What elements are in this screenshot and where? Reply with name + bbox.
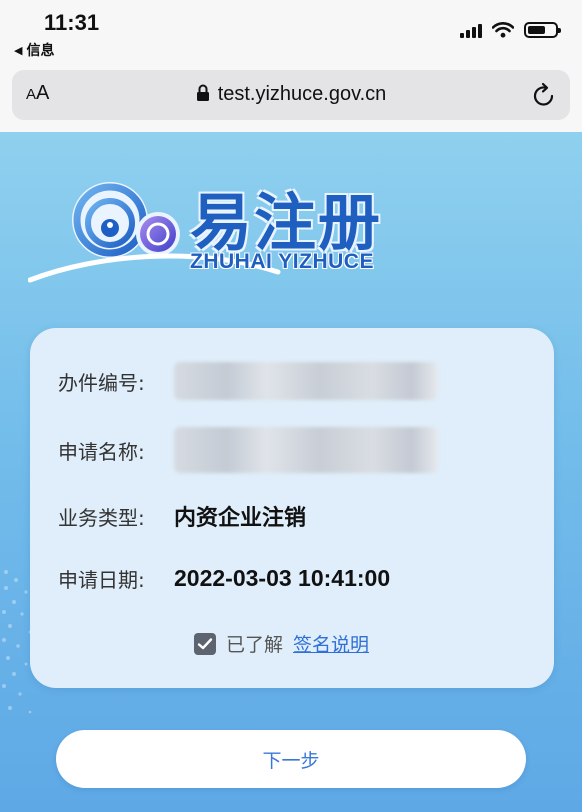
back-arrow-icon: ◀: [14, 43, 23, 57]
clock: 11:31: [44, 10, 100, 35]
business-type-value: 内资企业注销: [174, 506, 307, 531]
battery-icon: [524, 22, 561, 38]
agree-text: 已了解: [226, 634, 284, 656]
signal-icon: [460, 22, 482, 38]
wifi-icon: [492, 22, 514, 38]
case-number-value-redacted: [174, 362, 438, 400]
case-number-row: 办件编号:: [58, 362, 438, 400]
application-date-row: 申请日期: 2022-03-03 10:41:00: [58, 564, 390, 593]
application-info-card: 办件编号: 申请名称: 业务类型: 内资企业注销 申请日期: 2022-03-0…: [30, 328, 554, 688]
signature-instructions-link[interactable]: 签名说明: [293, 630, 369, 657]
back-to-app-button[interactable]: ◀ 信息: [14, 40, 54, 60]
lock-icon: [196, 84, 209, 101]
brand-name-en: ZHUHAI YIZHUCE: [190, 250, 374, 273]
business-type-row: 业务类型: 内资企业注销: [58, 500, 306, 532]
agree-checkbox[interactable]: [194, 632, 216, 655]
application-date-label: 申请日期:: [58, 568, 145, 592]
brand-name-cn: 易注册: [190, 186, 383, 259]
checkmark-icon: [197, 637, 213, 649]
application-name-value-redacted: [174, 427, 438, 473]
next-step-button[interactable]: 下一步: [56, 730, 526, 788]
status-bar: 11:31 ◀ 信息: [0, 0, 582, 64]
business-type-label: 业务类型:: [58, 505, 145, 530]
case-number-label: 办件编号:: [58, 370, 145, 395]
application-date-value: 2022-03-03 10:41:00: [174, 565, 391, 591]
page-body: 易注册 ZHUHAI YIZHUCE 办件编号: 申请名称: 业务类型: 内资企…: [0, 132, 582, 812]
url-text: test.yizhuce.gov.cn: [217, 83, 387, 105]
address-bar[interactable]: AA test.yizhuce.gov.cn: [12, 70, 570, 120]
system-icons: [460, 22, 561, 38]
url-display[interactable]: test.yizhuce.gov.cn: [12, 83, 570, 106]
agreement-row: 已了解 签名说明: [194, 630, 369, 657]
browser-toolbar: AA test.yizhuce.gov.cn: [0, 64, 582, 132]
application-name-label: 申请名称:: [58, 439, 145, 464]
reload-icon[interactable]: [532, 82, 556, 108]
back-app-label: 信息: [26, 43, 55, 59]
application-name-row: 申请名称:: [58, 427, 438, 473]
